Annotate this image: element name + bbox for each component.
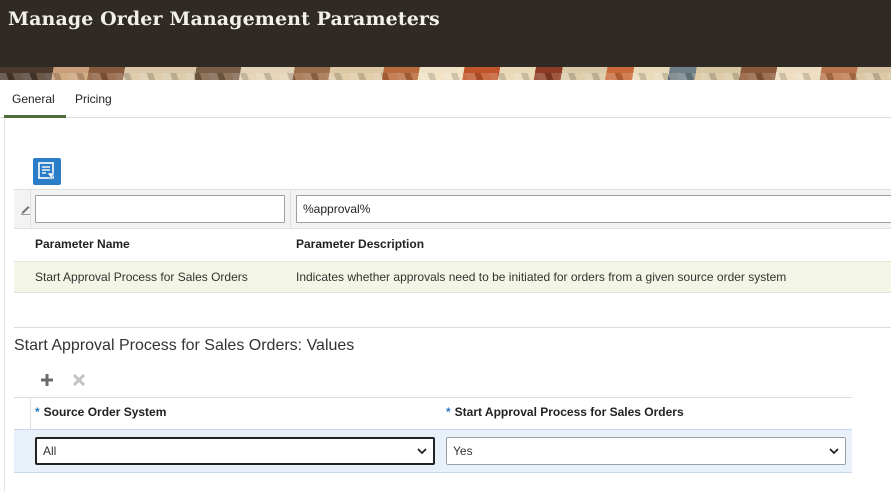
tab-general[interactable]: General: [12, 92, 55, 106]
parameter-name-filter-input[interactable]: [35, 195, 285, 223]
header-banner-image: [0, 67, 891, 80]
chevron-down-icon: [829, 448, 839, 455]
column-divider: [290, 189, 291, 229]
column-header-source-order-system[interactable]: * Source Order System: [35, 405, 166, 419]
plus-icon[interactable]: [39, 372, 55, 388]
select-value: Yes: [453, 444, 473, 458]
source-order-system-select[interactable]: All: [35, 437, 435, 465]
query-by-example-icon: [38, 162, 56, 181]
page-title: Manage Order Management Parameters: [8, 8, 440, 30]
chevron-down-icon: [417, 448, 427, 455]
required-marker: *: [35, 405, 40, 419]
query-by-example-button[interactable]: [33, 158, 61, 185]
tab-bar: General Pricing: [0, 80, 891, 118]
parameter-description-filter-input[interactable]: [296, 195, 891, 223]
values-section-title: Start Approval Process for Sales Orders:…: [14, 337, 355, 354]
x-icon[interactable]: [71, 372, 87, 388]
column-header-parameter-name[interactable]: Parameter Name: [35, 237, 130, 251]
section-divider: [14, 327, 891, 328]
select-value: All: [43, 444, 57, 458]
column-header-start-approval[interactable]: * Start Approval Process for Sales Orders: [446, 405, 684, 419]
parameters-table-header: [14, 229, 891, 261]
page-header: Manage Order Management Parameters: [0, 0, 891, 67]
start-approval-select[interactable]: Yes: [446, 437, 846, 465]
parameter-name-cell: Start Approval Process for Sales Orders: [35, 270, 248, 284]
tab-pricing[interactable]: Pricing: [75, 92, 112, 106]
column-header-parameter-description[interactable]: Parameter Description: [296, 237, 424, 251]
parameter-description-cell: Indicates whether approvals need to be i…: [296, 270, 787, 284]
required-marker: *: [446, 405, 451, 419]
